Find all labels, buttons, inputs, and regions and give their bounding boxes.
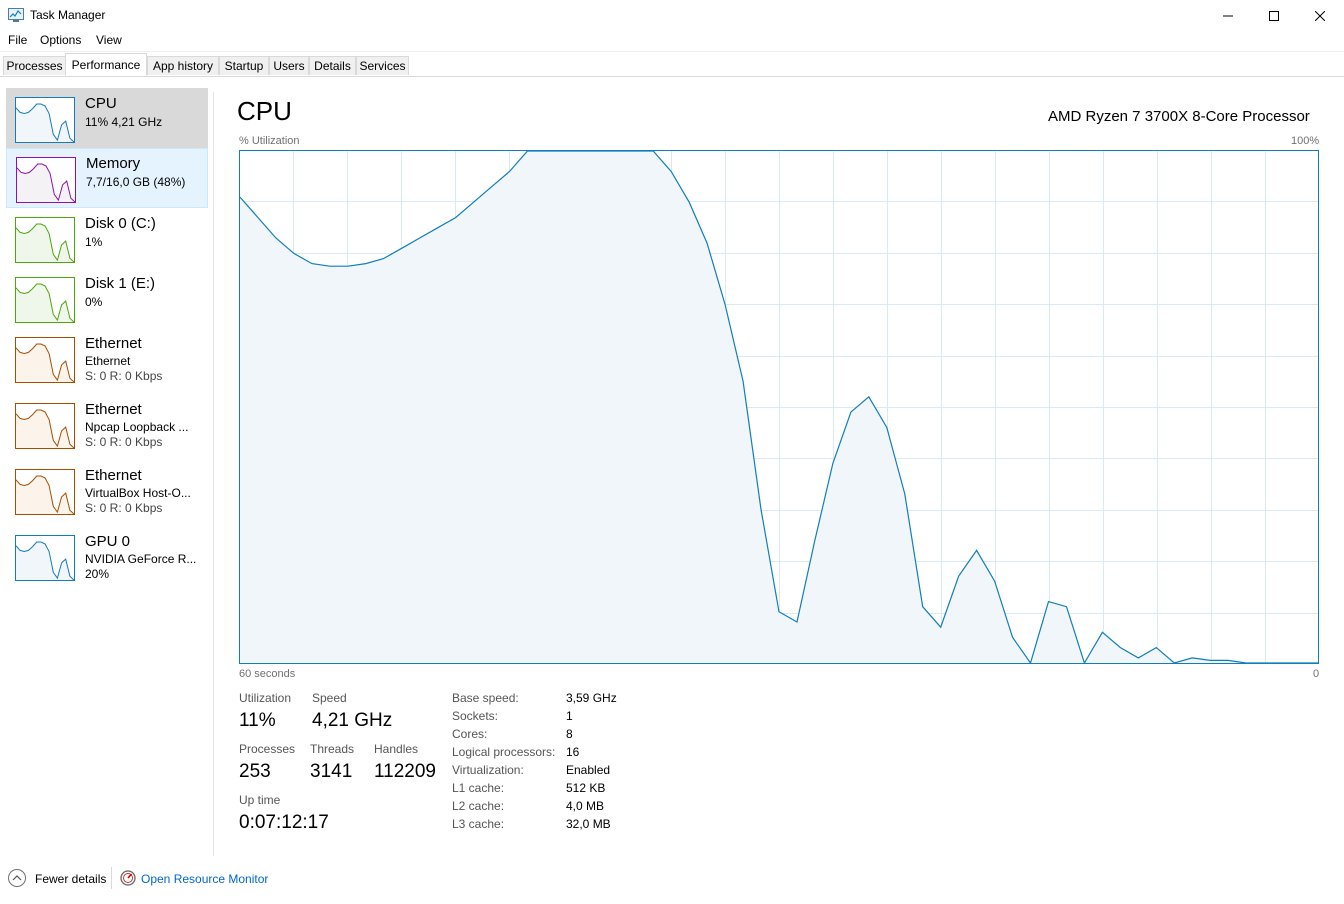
menu-file[interactable]: File xyxy=(8,33,27,47)
spec-value: 4,0 MB xyxy=(566,799,605,813)
speed-label: Speed xyxy=(312,691,347,705)
minimize-icon xyxy=(1223,15,1233,16)
graph-x-left-label: 60 seconds xyxy=(239,668,296,680)
sidebar-item-memory[interactable]: Memory 7,7/16,0 GB (48%) xyxy=(6,148,208,208)
sidebar-item-ethernet-2[interactable]: Ethernet Npcap Loopback ... S: 0 R: 0 Kb… xyxy=(6,394,208,460)
resource-monitor-icon xyxy=(120,870,136,886)
sidebar-item-throughput: S: 0 R: 0 Kbps xyxy=(85,369,163,383)
sidebar-item-title: Memory xyxy=(86,155,141,172)
sidebar-item-title: Disk 0 (C:) xyxy=(85,215,156,232)
spec-value: 3,59 GHz xyxy=(566,691,617,705)
spec-value: 16 xyxy=(566,745,580,759)
tab-details[interactable]: Details xyxy=(309,56,356,75)
spec-label: Logical processors: xyxy=(452,745,556,759)
spec-value: 8 xyxy=(566,727,573,741)
sidebar-item-title: CPU xyxy=(85,95,117,112)
task-manager-icon xyxy=(8,8,24,22)
sidebar-item-detail: 0% xyxy=(85,295,103,309)
spec-label: Cores: xyxy=(452,727,488,741)
cpu-utilization-graph xyxy=(239,150,1319,664)
tab-startup[interactable]: Startup xyxy=(219,56,269,75)
sidebar-item-disk-1[interactable]: Disk 1 (E:) 0% xyxy=(6,268,208,328)
uptime-value: 0:07:12:17 xyxy=(239,812,329,833)
handles-label: Handles xyxy=(374,742,419,756)
spec-label: Sockets: xyxy=(452,709,499,723)
speed-value: 4,21 GHz xyxy=(312,710,393,731)
disk-1-thumbnail-graph xyxy=(15,277,75,323)
spec-label: Base speed: xyxy=(452,691,519,705)
threads-label: Threads xyxy=(310,742,355,756)
spec-label: Virtualization: xyxy=(452,763,524,777)
title-bar[interactable] xyxy=(0,0,1344,31)
tab-processes[interactable]: Processes xyxy=(3,56,66,75)
spec-value: Enabled xyxy=(566,763,611,777)
spec-value: 512 KB xyxy=(566,781,606,795)
sidebar-item-detail: 7,7/16,0 GB (48%) xyxy=(86,175,186,189)
graph-y-axis-label: % Utilization xyxy=(239,135,300,147)
maximize-button[interactable] xyxy=(1251,0,1297,31)
disk-0-thumbnail-graph xyxy=(15,217,75,263)
processes-label: Processes xyxy=(239,742,296,756)
spec-value: 1 xyxy=(566,709,573,723)
sidebar-item-detail: NVIDIA GeForce R... xyxy=(85,552,197,566)
sidebar-item-ethernet-1[interactable]: Ethernet Ethernet S: 0 R: 0 Kbps xyxy=(6,328,208,394)
open-resource-monitor-link[interactable]: Open Resource Monitor xyxy=(141,872,268,886)
gpu-0-thumbnail-graph xyxy=(15,535,75,581)
sidebar-item-title: Ethernet xyxy=(85,401,142,418)
threads-value: 3141 xyxy=(310,761,353,782)
processor-name: AMD Ryzen 7 3700X 8-Core Processor xyxy=(1048,108,1310,125)
sidebar-item-detail: 11% 4,21 GHz xyxy=(85,115,163,129)
footer-divider xyxy=(111,867,112,889)
sidebar-divider xyxy=(213,92,214,856)
menu-options[interactable]: Options xyxy=(40,33,81,47)
page-title: CPU xyxy=(237,96,292,126)
spec-value: 32,0 MB xyxy=(566,817,611,831)
tab-performance[interactable]: Performance xyxy=(65,53,147,76)
spec-label: L2 cache: xyxy=(452,799,505,813)
spec-label: L3 cache: xyxy=(452,817,505,831)
sidebar-item-throughput: S: 0 R: 0 Kbps xyxy=(85,501,163,515)
ethernet-2-thumbnail-graph xyxy=(15,403,75,449)
menu-view[interactable]: View xyxy=(96,33,122,47)
sidebar-item-detail: Npcap Loopback ... xyxy=(85,420,189,434)
tab-app-history[interactable]: App history xyxy=(147,56,219,75)
tab-users[interactable]: Users xyxy=(269,56,309,75)
ethernet-3-thumbnail-graph xyxy=(15,469,75,515)
sidebar-item-gpu-0[interactable]: GPU 0 NVIDIA GeForce R... 20% xyxy=(6,526,208,592)
sidebar-item-title: GPU 0 xyxy=(85,533,131,550)
window-title: Task Manager xyxy=(30,8,106,22)
utilization-label: Utilization xyxy=(239,691,292,705)
sidebar-item-title: Ethernet xyxy=(85,335,142,352)
handles-value: 112209 xyxy=(374,761,436,782)
spec-label: L1 cache: xyxy=(452,781,505,795)
close-button[interactable] xyxy=(1297,0,1343,31)
sidebar-item-ethernet-3[interactable]: Ethernet VirtualBox Host-O... S: 0 R: 0 … xyxy=(6,460,208,526)
ethernet-1-thumbnail-graph xyxy=(15,337,75,383)
tab-services[interactable]: Services xyxy=(356,56,409,75)
utilization-value: 11% xyxy=(239,710,276,731)
resource-sidebar: CPU 11% 4,21 GHz Memory 7,7/16,0 GB (48%… xyxy=(0,77,212,857)
processes-value: 253 xyxy=(239,761,271,782)
sidebar-item-detail: Ethernet xyxy=(85,354,131,368)
sidebar-item-utilization: 20% xyxy=(85,567,110,581)
close-icon xyxy=(1315,10,1325,21)
minimize-button[interactable] xyxy=(1205,0,1251,31)
chevron-up-icon[interactable] xyxy=(8,869,26,887)
sidebar-item-title: Ethernet xyxy=(85,467,142,484)
sidebar-item-title: Disk 1 (E:) xyxy=(85,275,156,292)
graph-x-right-label: 0 xyxy=(1313,668,1320,680)
cpu-thumbnail-graph xyxy=(15,97,75,143)
memory-thumbnail-graph xyxy=(16,157,76,203)
sidebar-item-detail: VirtualBox Host-O... xyxy=(85,486,191,500)
sidebar-item-detail: 1% xyxy=(85,235,103,249)
sidebar-item-disk-0[interactable]: Disk 0 (C:) 1% xyxy=(6,208,208,268)
maximize-icon xyxy=(1269,10,1279,21)
sidebar-item-cpu[interactable]: CPU 11% 4,21 GHz xyxy=(6,88,208,148)
sidebar-item-throughput: S: 0 R: 0 Kbps xyxy=(85,435,163,449)
graph-y-max-label: 100% xyxy=(1291,135,1320,147)
uptime-label: Up time xyxy=(239,793,281,807)
fewer-details-button[interactable]: Fewer details xyxy=(35,872,106,886)
menu-bar xyxy=(0,31,1344,52)
